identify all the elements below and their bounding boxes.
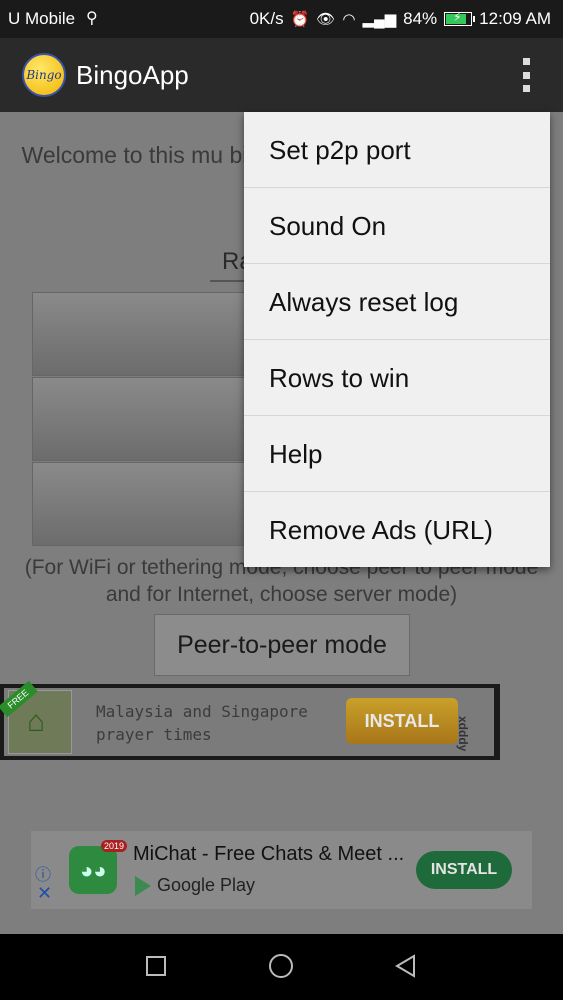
- network-speed: 0K/s: [249, 9, 284, 28]
- overflow-menu: Set p2p port Sound On Always reset log R…: [244, 112, 550, 567]
- signal-icon: ▂▄▆: [362, 11, 397, 28]
- overflow-menu-icon[interactable]: [521, 58, 531, 92]
- google-play-icon: [135, 875, 151, 896]
- back-icon[interactable]: [394, 954, 418, 978]
- alarm-icon: ⏰: [290, 11, 310, 28]
- ad-banner-inner: ⌂ FREE Malaysia and Singapore prayer tim…: [0, 680, 494, 756]
- ad-close-icon[interactable]: ✕: [37, 883, 52, 904]
- overflow-dot: [522, 58, 530, 65]
- wifi-icon: ◠: [342, 11, 356, 28]
- menu-item-always-reset-log[interactable]: Always reset log: [244, 264, 550, 340]
- recents-icon[interactable]: [146, 956, 166, 976]
- app-logo-text: Bingo: [26, 68, 62, 82]
- peer-to-peer-mode-button[interactable]: Peer-to-peer mode: [154, 614, 410, 676]
- carrier-name: U Mobile: [8, 9, 76, 28]
- usb-icon: ⚲: [86, 10, 98, 27]
- ad-text-line2: prayer times: [96, 725, 212, 744]
- ad-install-button[interactable]: INSTALL: [346, 698, 458, 744]
- menu-item-help[interactable]: Help: [244, 416, 550, 492]
- overflow-dot: [522, 71, 530, 79]
- battery-icon: ⚡: [444, 10, 476, 26]
- menu-item-set-p2p-port[interactable]: Set p2p port: [244, 112, 550, 188]
- menu-item-sound-on[interactable]: Sound On: [244, 188, 550, 264]
- google-play-label: Google Play: [135, 875, 255, 896]
- battery-percent: 84%: [403, 9, 438, 28]
- ad-banner-prayer[interactable]: ⌂ FREE Malaysia and Singapore prayer tim…: [0, 680, 500, 760]
- michat-install-button[interactable]: INSTALL: [416, 851, 512, 889]
- ad-text: Malaysia and Singapore prayer times: [96, 700, 308, 746]
- overflow-dot: [522, 85, 530, 92]
- status-bar: U Mobile ⚲ 0K/s ⏰ 👁 ◠ ▂▄▆ 84% ⚡ 12:09 AM: [0, 0, 563, 38]
- chat-face-icon: ◕◕: [80, 858, 107, 883]
- store-name: Google Play: [157, 875, 256, 895]
- menu-item-remove-ads[interactable]: Remove Ads (URL): [244, 492, 550, 568]
- eye-icon: 👁: [316, 11, 336, 28]
- ad-info-icon[interactable]: ⓘ: [35, 861, 51, 885]
- ad-brand: xdddy: [456, 716, 470, 752]
- home-icon[interactable]: [269, 954, 293, 978]
- charging-icon: ⚡: [453, 10, 462, 24]
- app-bar: Bingo BingoApp: [0, 38, 563, 112]
- status-icons: 0K/s ⏰ 👁 ◠ ▂▄▆ 84% ⚡ 12:09 AM: [250, 9, 551, 29]
- ad-title: MiChat - Free Chats & Meet ...: [133, 843, 405, 865]
- mosque-icon: ⌂: [27, 705, 46, 738]
- menu-item-rows-to-win[interactable]: Rows to win: [244, 340, 550, 416]
- navigation-bar: [0, 934, 563, 1000]
- ad-banner-michat[interactable]: ⓘ ✕ ◕◕ 2019 MiChat - Free Chats & Meet .…: [31, 831, 532, 909]
- app-logo: Bingo: [22, 53, 66, 97]
- clock: 12:09 AM: [479, 9, 551, 28]
- app-title: BingoApp: [76, 60, 189, 90]
- michat-app-icon: ◕◕ 2019: [69, 840, 127, 894]
- ad-text-line1: Malaysia and Singapore: [96, 702, 308, 721]
- year-badge: 2019: [100, 840, 127, 852]
